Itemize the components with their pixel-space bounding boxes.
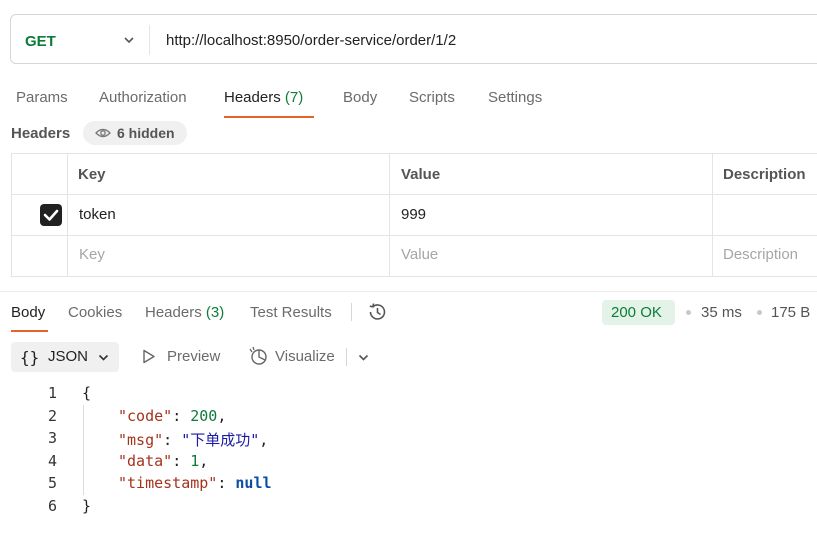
method-select[interactable]: GET (25, 33, 56, 50)
json-brace: { (82, 384, 92, 402)
column-divider (712, 153, 713, 276)
json-number: 200 (190, 407, 218, 425)
code-line: "code": 200, (118, 407, 227, 425)
tab-headers-label: Headers (224, 89, 281, 106)
code-line: "data": 1, (118, 452, 209, 470)
tab-body[interactable]: Body (343, 89, 377, 106)
new-key-input[interactable]: Key (79, 246, 105, 263)
hidden-headers-label: 6 hidden (117, 125, 175, 141)
checkmark-icon (43, 209, 59, 221)
braces-icon: {} (20, 348, 40, 367)
url-bar: GET http://localhost:8950/order-service/… (10, 14, 817, 64)
json-key: "data" (118, 452, 173, 470)
row-divider (11, 194, 817, 195)
url-divider (149, 25, 150, 55)
line-number: 4 (47, 452, 57, 470)
toolbar-separator (351, 303, 352, 321)
header-value-cell[interactable]: 999 (401, 206, 426, 223)
indent-guide (83, 405, 84, 495)
visualize-icon (249, 346, 267, 365)
chevron-down-icon[interactable] (357, 351, 370, 364)
column-header-key: Key (78, 166, 106, 183)
column-divider (389, 153, 390, 276)
column-header-value: Value (401, 166, 441, 183)
eye-icon (95, 128, 111, 138)
history-icon[interactable] (366, 302, 388, 322)
preview-button[interactable]: Preview (167, 348, 220, 365)
tab-headers-count: (7) (284, 89, 304, 106)
json-brace: } (82, 497, 92, 515)
headers-section-title: Headers (11, 125, 71, 142)
tab-params[interactable]: Params (16, 89, 68, 106)
tab-scripts[interactable]: Scripts (409, 89, 455, 106)
response-tab-cookies[interactable]: Cookies (68, 304, 122, 321)
new-description-input[interactable]: Description (723, 246, 798, 263)
active-response-tab-indicator (11, 330, 48, 332)
column-divider (67, 153, 68, 276)
response-tab-body[interactable]: Body (11, 304, 45, 321)
response-size[interactable]: 175 B (771, 304, 810, 321)
line-number: 6 (47, 497, 57, 515)
header-enabled-checkbox[interactable] (40, 204, 62, 226)
code-line: } (82, 497, 91, 515)
line-number: 1 (47, 384, 57, 402)
row-divider (11, 235, 817, 236)
new-value-input[interactable]: Value (401, 246, 438, 263)
json-null: null (235, 474, 272, 492)
response-tab-headers-label: Headers (145, 304, 202, 321)
json-key: "code" (118, 407, 173, 425)
response-time[interactable]: 35 ms (701, 304, 742, 321)
line-number: 2 (47, 407, 57, 425)
format-label: JSON (48, 348, 89, 365)
column-header-description: Description (723, 166, 806, 183)
json-key: "timestamp" (118, 474, 218, 492)
json-string: "下单成功" (181, 431, 260, 449)
section-divider (0, 291, 817, 292)
json-number: 1 (190, 452, 200, 470)
tab-settings[interactable]: Settings (488, 89, 542, 106)
code-line: "msg": "下单成功", (118, 431, 269, 449)
response-tab-headers[interactable]: Headers (3) (145, 304, 224, 321)
line-number: 5 (47, 474, 57, 492)
tab-authorization[interactable]: Authorization (99, 89, 187, 106)
url-input[interactable]: http://localhost:8950/order-service/orde… (166, 32, 456, 49)
toolbar-separator (346, 348, 347, 366)
status-code: 200 OK (611, 304, 662, 321)
meta-separator-dot (757, 310, 762, 315)
meta-separator-dot (686, 310, 691, 315)
json-key: "msg" (118, 431, 164, 449)
code-line: { (82, 384, 91, 402)
code-line: "timestamp": null (118, 474, 272, 492)
chevron-down-icon (98, 354, 109, 361)
active-tab-indicator (224, 116, 314, 118)
chevron-down-icon[interactable] (122, 33, 136, 47)
line-number: 3 (47, 429, 57, 447)
response-tab-headers-count: (3) (205, 304, 225, 321)
visualize-button[interactable]: Visualize (275, 348, 335, 365)
response-tab-test-results[interactable]: Test Results (250, 304, 332, 321)
play-icon (143, 349, 155, 364)
tab-headers[interactable]: Headers (7) (224, 89, 303, 106)
header-key-cell[interactable]: token (79, 206, 116, 223)
